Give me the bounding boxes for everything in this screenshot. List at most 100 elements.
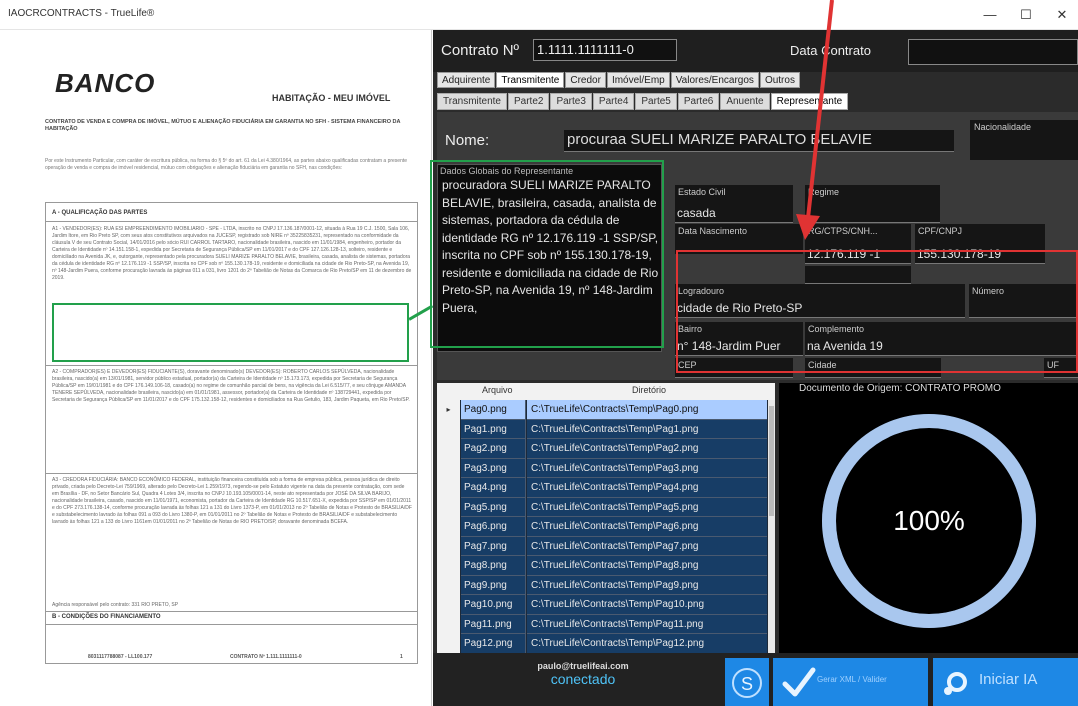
nacionalidade-field[interactable]: Nacionalidade [970,120,1078,160]
file-row[interactable]: Pag9.png C:\TrueLife\Contracts\Temp\Pag9.… [437,575,767,595]
row-indicator[interactable]: ▸ [437,400,460,420]
file-path-cell[interactable]: C:\TrueLife\Contracts\Temp\Pag9.png [527,575,767,595]
row-indicator[interactable] [437,556,460,576]
file-path-cell[interactable]: C:\TrueLife\Contracts\Temp\Pag6.png [527,517,767,537]
user-status: paulo@truelifeai.com conectado [518,661,648,687]
minimize-button[interactable]: — [972,4,1008,26]
file-path-cell[interactable]: C:\TrueLife\Contracts\Temp\Pag11.png [527,614,767,634]
agencia-line: Agência responsável pelo contrato: 331 R… [52,602,179,608]
file-name-cell[interactable]: Pag5.png [461,497,526,517]
file-path-cell[interactable]: C:\TrueLife\Contracts\Temp\Pag2.png [527,439,767,459]
paragraph-a2: A2 - COMPRADOR(ES) E DEVEDOR(ES) FIDUCIA… [52,369,410,403]
row-indicator[interactable] [437,595,460,615]
contrato-label: Contrato Nº [441,42,520,59]
estado-civil-field[interactable]: Estado Civil casada [675,185,793,223]
tab-credor[interactable]: Credor [565,72,606,88]
file-row[interactable]: ▸ Pag0.png C:\TrueLife\Contracts\Temp\Pag0… [437,400,767,420]
nome-input[interactable]: procuraa SUELI MARIZE PARALTO BELAVIE [564,130,954,152]
col-diretorio-header[interactable]: Diretório [632,385,666,395]
bank-logo: BANCO [55,68,156,98]
file-grid[interactable]: Arquivo Diretório ▸ Pag0.png C:\TrueLife\C… [437,383,775,653]
row-indicator[interactable] [437,497,460,517]
file-path-cell[interactable]: C:\TrueLife\Contracts\Temp\Pag5.png [527,497,767,517]
file-row[interactable]: Pag12.png C:\TrueLife\Contracts\Temp\Pag1… [437,634,767,653]
divider [45,611,418,612]
file-row[interactable]: Pag2.png C:\TrueLife\Contracts\Temp\Pag2.… [437,439,767,459]
file-row[interactable]: Pag8.png C:\TrueLife\Contracts\Temp\Pag8.… [437,556,767,576]
file-path-cell[interactable]: C:\TrueLife\Contracts\Temp\Pag4.png [527,478,767,498]
col-arquivo-header[interactable]: Arquivo [482,385,513,395]
file-row[interactable]: Pag10.png C:\TrueLife\Contracts\Temp\Pag1… [437,595,767,615]
iniciar-ia-button[interactable]: Iniciar IA [933,658,1078,706]
file-row[interactable]: Pag11.png C:\TrueLife\Contracts\Temp\Pag1… [437,614,767,634]
s-button[interactable]: S [725,658,769,706]
file-name-cell[interactable]: Pag2.png [461,439,526,459]
subtab-parte4[interactable]: Parte4 [592,93,635,110]
row-indicator[interactable] [437,458,460,478]
divider [45,624,418,625]
file-row[interactable]: Pag4.png C:\TrueLife\Contracts\Temp\Pag4.… [437,478,767,498]
file-path-cell[interactable]: C:\TrueLife\Contracts\Temp\Pag0.png [527,400,767,420]
tab-outros[interactable]: Outros [759,72,800,88]
close-button[interactable]: ✕ [1044,4,1078,26]
row-indicator[interactable] [437,517,460,537]
iniciar-ia-label: Iniciar IA [979,671,1038,688]
file-name-cell[interactable]: Pag1.png [461,419,526,439]
gerar-xml-button[interactable]: Gerar XML / Valider [773,658,928,706]
subtab-parte5[interactable]: Parte5 [635,93,677,110]
row-indicator[interactable] [437,575,460,595]
data-contrato-input[interactable] [908,39,1078,65]
subtab-representante[interactable]: Representante [770,93,849,110]
subtab-parte2[interactable]: Parte2 [507,93,550,110]
tab-adquirente[interactable]: Adquirente [437,72,496,88]
file-row[interactable]: Pag3.png C:\TrueLife\Contracts\Temp\Pag3.… [437,458,767,478]
regime-label: Regime [808,187,840,197]
file-path-cell[interactable]: C:\TrueLife\Contracts\Temp\Pag12.png [527,634,767,653]
tab-valores[interactable]: Valores/Encargos [670,72,759,88]
tab-imovel[interactable]: Imóvel/Emp [606,72,670,88]
file-name-cell[interactable]: Pag8.png [461,556,526,576]
grid-scrollbar[interactable] [768,400,775,653]
paragraph-a1: A1 - VENDEDOR(ES): RUA ESI EMPREENDIMENT… [52,226,412,281]
row-indicator[interactable] [437,614,460,634]
file-name-cell[interactable]: Pag0.png [461,400,526,420]
file-name-cell[interactable]: Pag3.png [461,458,526,478]
file-row[interactable]: Pag7.png C:\TrueLife\Contracts\Temp\Pag7.… [437,536,767,556]
file-row[interactable]: Pag5.png C:\TrueLife\Contracts\Temp\Pag5.… [437,497,767,517]
file-name-cell[interactable]: Pag12.png [461,634,526,653]
program-title: HABITAÇÃO - MEU IMÓVEL [272,93,391,103]
tab-transmitente[interactable]: Transmitente [496,72,565,88]
document-viewer: Documento de Origem: CONTRATO PROMO 100% [779,383,1078,653]
file-path-cell[interactable]: C:\TrueLife\Contracts\Temp\Pag7.png [527,536,767,556]
file-path-cell[interactable]: C:\TrueLife\Contracts\Temp\Pag1.png [527,419,767,439]
file-name-cell[interactable]: Pag10.png [461,595,526,615]
file-name-cell[interactable]: Pag4.png [461,478,526,498]
file-name-cell[interactable]: Pag11.png [461,614,526,634]
divider [45,221,418,222]
file-name-cell[interactable]: Pag6.png [461,517,526,537]
data-nascimento-label: Data Nascimento [678,226,748,236]
subtab-anuente[interactable]: Anuente [720,93,770,110]
file-path-cell[interactable]: C:\TrueLife\Contracts\Temp\Pag10.png [527,595,767,615]
subtab-transmitente[interactable]: Transmitente [437,93,507,110]
maximize-button[interactable]: ☐ [1008,4,1044,26]
grid-header: Arquivo Diretório [437,383,775,400]
contrato-input[interactable]: 1.1111.1111111-0 [533,39,677,61]
file-row[interactable]: Pag6.png C:\TrueLife\Contracts\Temp\Pag6.… [437,517,767,537]
row-indicator[interactable] [437,419,460,439]
subtab-parte6[interactable]: Parte6 [677,93,720,110]
svg-text:S: S [741,674,753,694]
file-path-cell[interactable]: C:\TrueLife\Contracts\Temp\Pag8.png [527,556,767,576]
file-name-cell[interactable]: Pag7.png [461,536,526,556]
row-indicator[interactable] [437,478,460,498]
subtab-parte3[interactable]: Parte3 [550,93,592,110]
scrollbar-thumb[interactable] [769,406,774,516]
file-path-cell[interactable]: C:\TrueLife\Contracts\Temp\Pag3.png [527,458,767,478]
row-indicator[interactable] [437,439,460,459]
regime-field[interactable]: Regime [805,185,940,223]
file-name-cell[interactable]: Pag9.png [461,575,526,595]
main-tabs: Adquirente Transmitente Credor Imóvel/Em… [437,72,801,90]
file-row[interactable]: Pag1.png C:\TrueLife\Contracts\Temp\Pag1.… [437,419,767,439]
row-indicator[interactable] [437,634,460,653]
row-indicator[interactable] [437,536,460,556]
